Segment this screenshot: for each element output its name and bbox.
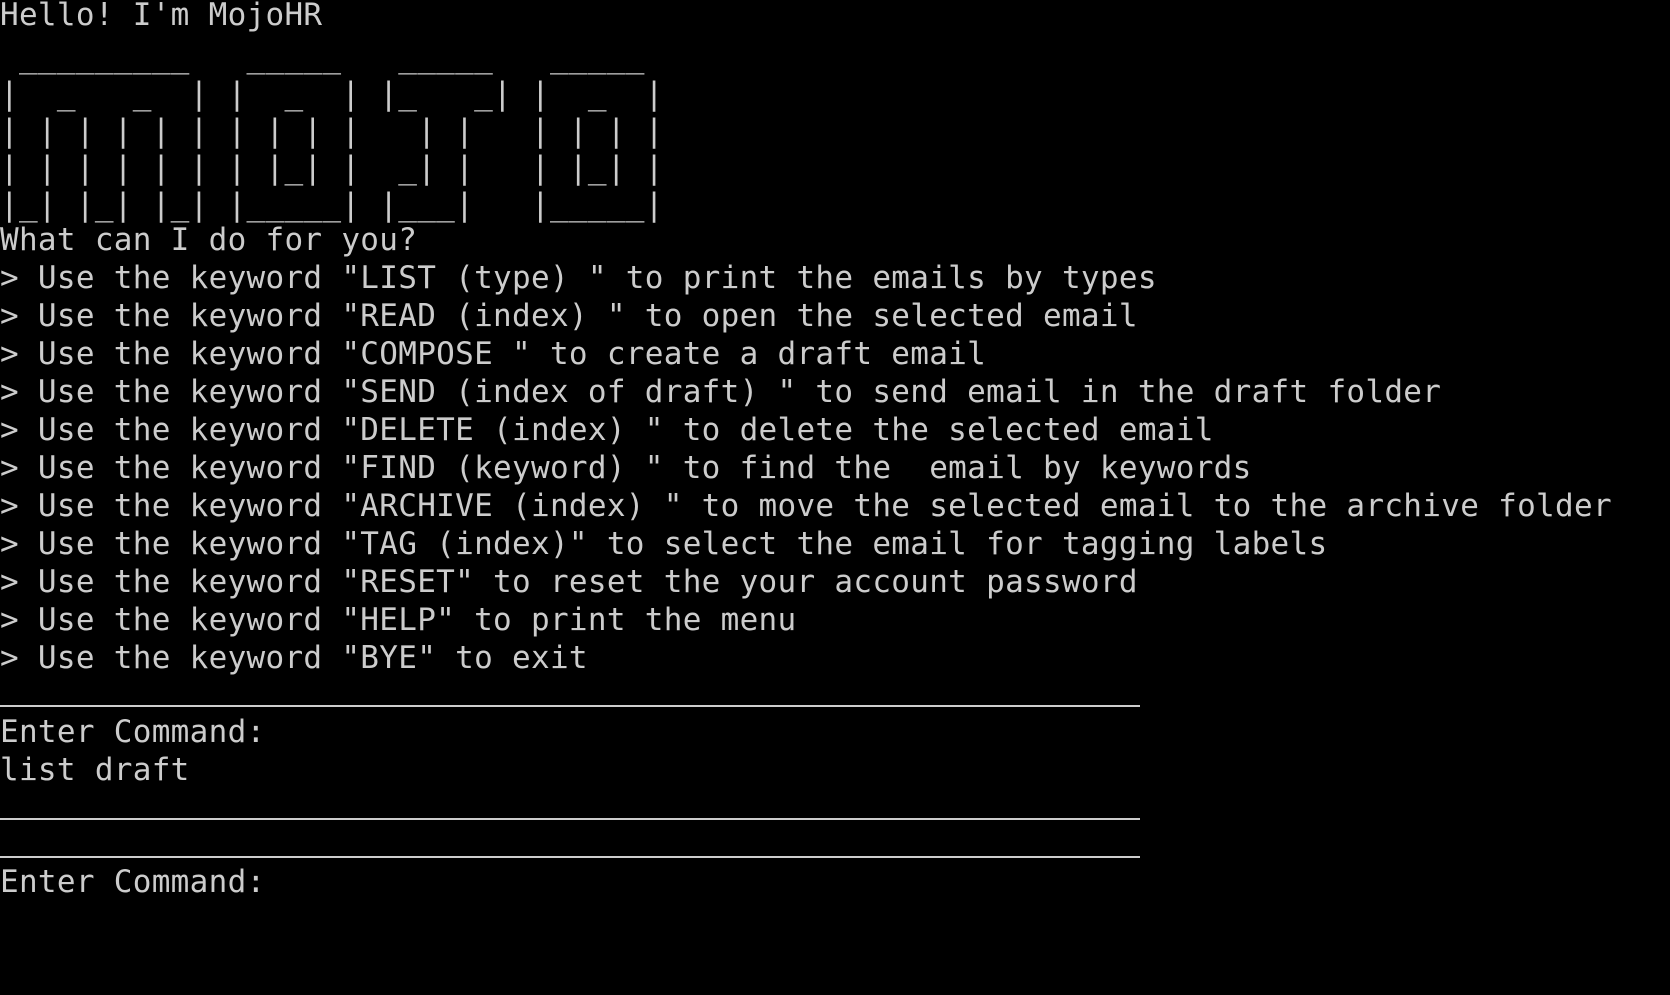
menu-item-bye: > Use the keyword "BYE" to exit	[0, 640, 588, 676]
separator-line	[0, 856, 1140, 858]
menu-item-help: > Use the keyword "HELP" to print the me…	[0, 602, 797, 638]
menu-item-reset: > Use the keyword "RESET" to reset the y…	[0, 564, 1138, 600]
menu-item-send: > Use the keyword "SEND (index of draft)…	[0, 374, 1442, 410]
greeting-text: Hello! I'm MojoHR	[0, 0, 323, 33]
menu-item-tag: > Use the keyword "TAG (index)" to selec…	[0, 526, 1328, 562]
menu-item-read: > Use the keyword "READ (index) " to ope…	[0, 298, 1138, 334]
menu-item-find: > Use the keyword "FIND (keyword) " to f…	[0, 450, 1252, 486]
prompt-question: What can I do for you?	[0, 222, 418, 258]
command-input-history: list draft	[0, 752, 190, 788]
separator-line	[0, 818, 1140, 820]
menu-item-list: > Use the keyword "LIST (type) " to prin…	[0, 260, 1157, 296]
logo-line: | | | | | | | | | | | | | | | |	[0, 113, 664, 149]
enter-command-label: Enter Command:	[0, 864, 266, 900]
menu-item-delete: > Use the keyword "DELETE (index) " to d…	[0, 412, 1214, 448]
menu-item-compose: > Use the keyword "COMPOSE " to create a…	[0, 336, 987, 372]
menu-item-archive: > Use the keyword "ARCHIVE (index) " to …	[0, 488, 1612, 524]
logo-line: _________ _____ _____ _____	[0, 39, 645, 75]
terminal-window[interactable]: Hello! I'm MojoHR _________ _____ _____ …	[0, 0, 1670, 995]
logo-line: |_| |_| |_| |_____| |___| |_____|	[0, 187, 664, 223]
separator-line	[0, 705, 1140, 707]
logo-line: | _ _ | | _ | |_ _| | _ |	[0, 76, 664, 112]
enter-command-label: Enter Command:	[0, 714, 266, 750]
logo-line: | | | | | | | |_| | _| | | |_| |	[0, 150, 664, 186]
